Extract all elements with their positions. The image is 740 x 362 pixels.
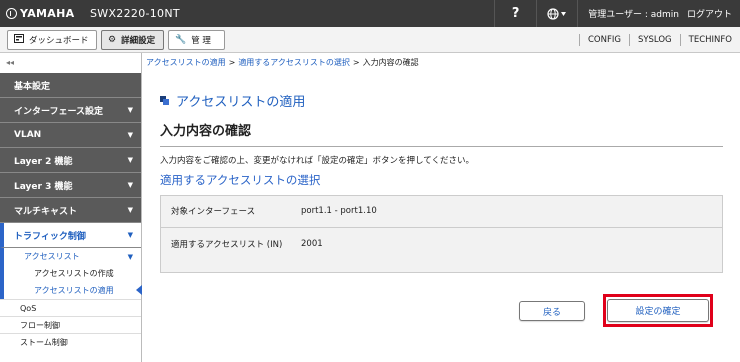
chevron-down-icon: ▼ xyxy=(127,131,133,139)
sidebar-item-vlan[interactable]: VLAN ▼ xyxy=(0,123,141,148)
breadcrumb: アクセスリストの適用 > 適用するアクセスリストの選択 > 入力内容の確認 xyxy=(146,57,419,68)
chevron-down-icon: ▼ xyxy=(127,231,133,239)
main-content: アクセスリストの適用 > 適用するアクセスリストの選択 > 入力内容の確認 アクセスリス… xyxy=(142,53,740,362)
sidebar-subitem-access-list[interactable]: アクセスリスト ▼ xyxy=(0,248,141,265)
dashboard-icon xyxy=(14,34,24,46)
sidebar-subitem-apply-access-list[interactable]: アクセスリストの適用 xyxy=(0,282,142,299)
language-button[interactable] xyxy=(536,0,579,27)
tab-row: ダッシュボード ⚙ 詳細設定 🔧 管 理 CONFIG SYSLOG TECHI… xyxy=(0,27,740,53)
sidebar-item-label: トラフィック制御 xyxy=(14,231,86,242)
confirmation-table: 対象インターフェース port1.1 - port1.10 適用するアクセスリス… xyxy=(160,195,723,273)
sidebar-collapse-button[interactable]: ◂◂ xyxy=(0,53,141,73)
sidebar-subitem-qos[interactable]: QoS xyxy=(0,299,141,316)
row-value: port1.1 - port1.10 xyxy=(301,206,377,216)
tab-label: 詳細設定 xyxy=(121,36,156,46)
sidebar-item-label: インターフェース設定 xyxy=(14,106,104,117)
techinfo-link[interactable]: TECHINFO xyxy=(679,33,740,46)
wrench-icon: 🔧 xyxy=(175,35,187,45)
sidebar-item-layer3[interactable]: Layer 3 機能 ▼ xyxy=(0,173,141,198)
sidebar-item-basic[interactable]: 基本設定 xyxy=(0,73,141,98)
confirm-button[interactable]: 設定の確定 xyxy=(607,299,709,322)
tab-detailed-settings[interactable]: ⚙ 詳細設定 xyxy=(101,30,164,50)
chevron-down-icon: ▼ xyxy=(127,206,133,214)
sidebar-item-label: Layer 2 機能 xyxy=(14,156,73,167)
tab-label: 管 理 xyxy=(191,36,211,46)
page-title-text: アクセスリストの適用 xyxy=(176,95,306,110)
sidebar-subitem-label: アクセスリスト xyxy=(24,252,80,261)
yamaha-logo-icon xyxy=(6,8,17,19)
help-icon: ? xyxy=(511,6,520,21)
brand-name: YAMAHA xyxy=(20,7,75,20)
subsection-title: 適用するアクセスリストの選択 xyxy=(160,173,321,187)
user-info: 管理ユーザー : admin xyxy=(588,10,679,20)
sidebar-subitem-label: アクセスリストの適用 xyxy=(34,286,114,295)
table-row: 適用するアクセスリスト (IN) 2001 xyxy=(161,229,722,272)
page-title-icon xyxy=(160,96,169,105)
gear-icon: ⚙ xyxy=(108,35,117,45)
chevron-down-icon: ▼ xyxy=(127,252,133,261)
chevron-down-icon: ▼ xyxy=(127,106,133,114)
chevron-down-icon: ▼ xyxy=(127,156,133,164)
sidebar-subitem-label: アクセスリストの作成 xyxy=(34,269,114,278)
tab-label: ダッシュボード xyxy=(29,36,89,46)
globe-icon xyxy=(547,7,567,20)
tab-management[interactable]: 🔧 管 理 xyxy=(168,30,225,50)
sidebar-item-multicast[interactable]: マルチキャスト ▼ xyxy=(0,198,141,223)
top-links: CONFIG SYSLOG TECHINFO xyxy=(578,27,740,52)
sidebar-subitem-label: ストーム制御 xyxy=(20,337,68,347)
divider xyxy=(160,146,723,147)
breadcrumb-link-apply[interactable]: アクセスリストの適用 xyxy=(146,58,226,67)
config-link[interactable]: CONFIG xyxy=(578,33,629,46)
sidebar-item-label: マルチキャスト xyxy=(14,206,78,217)
help-button[interactable]: ? xyxy=(494,0,536,27)
brand: YAMAHA xyxy=(0,7,86,20)
chevron-down-icon: ▼ xyxy=(127,181,133,189)
page-title: アクセスリストの適用 xyxy=(160,91,305,110)
sidebar-item-traffic-control[interactable]: トラフィック制御 ▼ xyxy=(0,223,141,248)
sidebar: ◂◂ 基本設定 インターフェース設定 ▼ VLAN ▼ Layer 2 機能 ▼ La… xyxy=(0,53,142,362)
breadcrumb-separator: > xyxy=(228,58,236,67)
sidebar-subitem-storm-control[interactable]: ストーム制御 xyxy=(0,333,141,350)
section-title: 入力内容の確認 xyxy=(160,124,252,139)
logout-link[interactable]: ログアウト xyxy=(687,7,740,20)
sidebar-subitem-flow-control[interactable]: フロー制御 xyxy=(0,316,141,333)
sidebar-subitem-label: QoS xyxy=(20,303,37,313)
breadcrumb-link-select[interactable]: 適用するアクセスリストの選択 xyxy=(238,58,350,67)
sidebar-item-layer2[interactable]: Layer 2 機能 ▼ xyxy=(0,148,141,173)
sidebar-item-label: Layer 3 機能 xyxy=(14,181,73,192)
row-value: 2001 xyxy=(301,239,323,249)
sidebar-subitem-create-access-list[interactable]: アクセスリストの作成 xyxy=(0,265,141,282)
breadcrumb-current: 入力内容の確認 xyxy=(362,58,419,67)
sidebar-subitem-label: フロー制御 xyxy=(20,320,60,330)
top-bar: YAMAHA SWX2220-10NT ? 管理ユーザー : admin ログア… xyxy=(0,0,740,27)
tab-dashboard[interactable]: ダッシュボード xyxy=(7,30,97,50)
row-label: 適用するアクセスリスト (IN) xyxy=(171,240,283,250)
syslog-link[interactable]: SYSLOG xyxy=(628,33,680,46)
back-button[interactable]: 戻る xyxy=(519,301,585,321)
sidebar-item-label: 基本設定 xyxy=(14,81,51,92)
table-row: 対象インターフェース port1.1 - port1.10 xyxy=(161,196,722,228)
sidebar-item-interface[interactable]: インターフェース設定 ▼ xyxy=(0,98,141,123)
breadcrumb-separator: > xyxy=(352,58,360,67)
model-name: SWX2220-10NT xyxy=(90,7,180,20)
sidebar-item-label: VLAN xyxy=(14,130,42,140)
row-label: 対象インターフェース xyxy=(171,207,256,217)
description: 入力内容をご確認の上、変更がなければ「設定の確定」ボタンを押してください。 xyxy=(160,156,474,166)
